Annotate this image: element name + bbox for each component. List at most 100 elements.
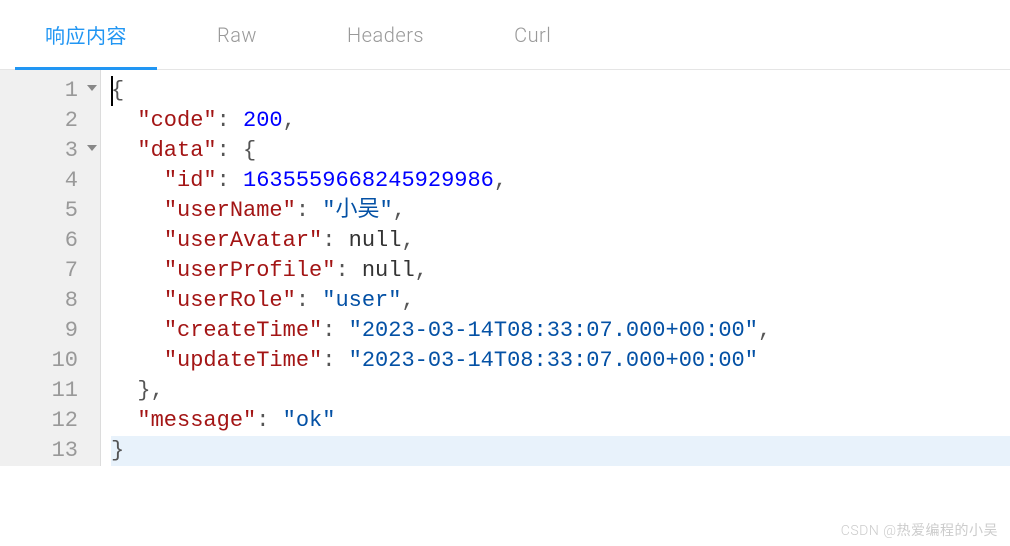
gutter-line: 3 <box>0 136 100 166</box>
line-number: 10 <box>52 348 78 373</box>
code-line[interactable]: } <box>111 436 1010 466</box>
token: "userAvatar" <box>164 228 322 253</box>
line-number: 11 <box>52 378 78 403</box>
token <box>111 228 164 253</box>
code-line[interactable]: { <box>111 76 1010 106</box>
gutter-line: 2 <box>0 106 100 136</box>
token: : <box>322 228 348 253</box>
token: , <box>151 378 164 403</box>
token: : <box>256 408 282 433</box>
gutter-line: 5 <box>0 196 100 226</box>
token <box>111 168 164 193</box>
token: "id" <box>164 168 217 193</box>
token: : <box>296 198 322 223</box>
token: , <box>393 198 406 223</box>
code-line[interactable]: "updateTime": "2023-03-14T08:33:07.000+0… <box>111 346 1010 376</box>
token: "userRole" <box>164 288 296 313</box>
token: , <box>415 258 428 283</box>
tab-2[interactable]: Headers <box>302 0 469 69</box>
gutter-line: 6 <box>0 226 100 256</box>
gutter-line: 13 <box>0 436 100 466</box>
token <box>111 348 164 373</box>
code-line[interactable]: "userName": "小吴", <box>111 196 1010 226</box>
token: "2023-03-14T08:33:07.000+00:00" <box>349 318 758 343</box>
token <box>111 288 164 313</box>
token <box>111 408 137 433</box>
line-number: 12 <box>52 408 78 433</box>
fold-marker-icon[interactable] <box>87 145 97 151</box>
tab-1[interactable]: Raw <box>172 0 302 69</box>
token: , <box>283 108 296 133</box>
token: : <box>335 258 361 283</box>
token <box>111 138 137 163</box>
code-area[interactable]: { "code": 200, "data": { "id": 163555966… <box>101 70 1010 466</box>
gutter-line: 12 <box>0 406 100 436</box>
gutter-line: 4 <box>0 166 100 196</box>
code-line[interactable]: "createTime": "2023-03-14T08:33:07.000+0… <box>111 316 1010 346</box>
token: "userProfile" <box>164 258 336 283</box>
token: 1635559668245929986 <box>243 168 494 193</box>
token: { <box>243 138 256 163</box>
tab-3[interactable]: Curl <box>469 0 596 69</box>
gutter-line: 8 <box>0 286 100 316</box>
line-number: 2 <box>65 108 78 133</box>
token: : <box>217 168 243 193</box>
watermark-text: CSDN @热爱编程的小吴 <box>841 520 998 540</box>
fold-marker-icon[interactable] <box>87 85 97 91</box>
token: : <box>217 108 243 133</box>
token: "data" <box>137 138 216 163</box>
token: "message" <box>137 408 256 433</box>
token <box>111 258 164 283</box>
response-tabs: 响应内容RawHeadersCurl <box>0 0 1010 70</box>
code-line[interactable]: "userProfile": null, <box>111 256 1010 286</box>
line-number: 4 <box>65 168 78 193</box>
gutter-line: 7 <box>0 256 100 286</box>
token: "code" <box>137 108 216 133</box>
line-number: 7 <box>65 258 78 283</box>
token: 200 <box>243 108 283 133</box>
code-line[interactable]: "message": "ok" <box>111 406 1010 436</box>
line-gutter: 12345678910111213 <box>0 70 101 466</box>
token: } <box>137 378 150 403</box>
token: , <box>401 288 414 313</box>
token: "小吴" <box>322 198 392 223</box>
token: , <box>401 228 414 253</box>
code-line[interactable]: "userRole": "user", <box>111 286 1010 316</box>
code-line[interactable]: "id": 1635559668245929986, <box>111 166 1010 196</box>
code-line[interactable]: "userAvatar": null, <box>111 226 1010 256</box>
line-number: 8 <box>65 288 78 313</box>
tab-0[interactable]: 响应内容 <box>0 0 172 69</box>
token: "ok" <box>283 408 336 433</box>
token <box>111 378 137 403</box>
gutter-line: 11 <box>0 376 100 406</box>
token: "updateTime" <box>164 348 322 373</box>
token: "createTime" <box>164 318 322 343</box>
json-editor: 12345678910111213 { "code": 200, "data":… <box>0 70 1010 466</box>
token: "2023-03-14T08:33:07.000+00:00" <box>349 348 758 373</box>
text-cursor <box>111 76 113 106</box>
token: , <box>494 168 507 193</box>
line-number: 13 <box>52 438 78 463</box>
token: : <box>217 138 243 163</box>
token: } <box>111 438 124 463</box>
token: "user" <box>322 288 401 313</box>
line-number: 3 <box>65 138 78 163</box>
token: : <box>322 348 348 373</box>
token: : <box>296 288 322 313</box>
line-number: 6 <box>65 228 78 253</box>
gutter-line: 9 <box>0 316 100 346</box>
token: , <box>758 318 771 343</box>
token: null <box>362 258 415 283</box>
gutter-line: 1 <box>0 76 100 106</box>
gutter-line: 10 <box>0 346 100 376</box>
code-line[interactable]: }, <box>111 376 1010 406</box>
line-number: 9 <box>65 318 78 343</box>
token: null <box>349 228 402 253</box>
token <box>111 318 164 343</box>
line-number: 1 <box>65 78 78 103</box>
code-line[interactable]: "data": { <box>111 136 1010 166</box>
code-line[interactable]: "code": 200, <box>111 106 1010 136</box>
line-number: 5 <box>65 198 78 223</box>
token: : <box>322 318 348 343</box>
token <box>111 198 164 223</box>
